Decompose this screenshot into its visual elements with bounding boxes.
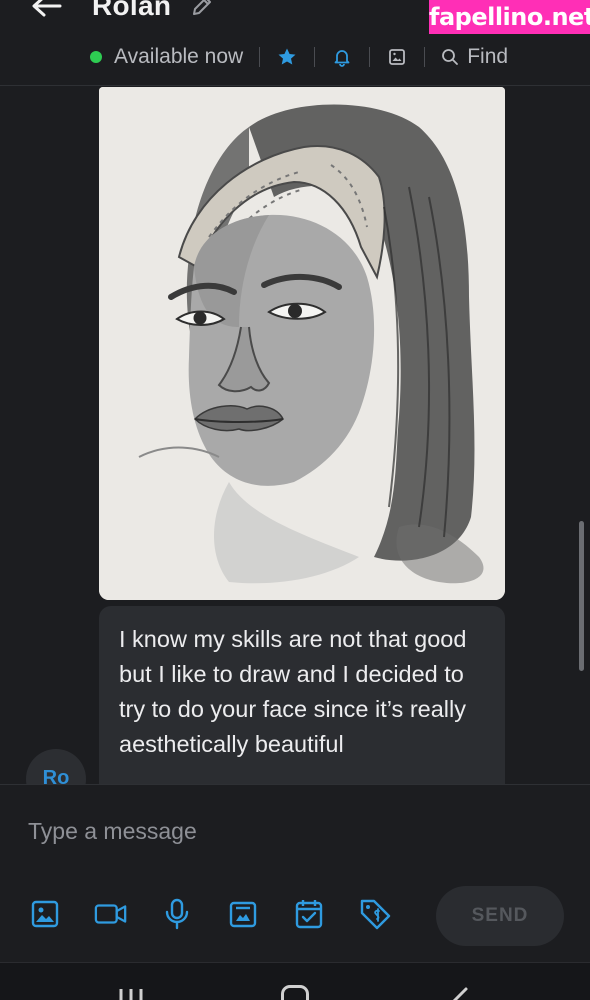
star-icon[interactable] xyxy=(276,46,298,68)
video-icon[interactable] xyxy=(94,897,128,931)
pencil-icon[interactable] xyxy=(190,0,214,18)
system-navigation-bar xyxy=(0,962,590,1000)
find-label: Find xyxy=(467,45,509,68)
portrait-drawing xyxy=(99,87,505,600)
message-list[interactable]: I know my skills are not that good but I… xyxy=(0,87,590,784)
send-button[interactable]: SEND xyxy=(436,886,564,946)
recent-apps-icon[interactable] xyxy=(116,987,146,1000)
album-icon[interactable] xyxy=(226,897,260,931)
divider xyxy=(259,47,261,67)
bell-icon[interactable] xyxy=(331,46,353,68)
find-button[interactable]: Find xyxy=(441,45,508,69)
scrollbar[interactable] xyxy=(579,521,584,671)
online-status-dot xyxy=(90,51,102,63)
watermark: fapellino.net xyxy=(429,0,590,34)
availability-status: Available now xyxy=(114,45,244,68)
search-icon xyxy=(442,49,459,65)
image-icon[interactable] xyxy=(28,897,62,931)
status-bar: Available now Find xyxy=(90,42,508,72)
composer: SEND xyxy=(0,784,590,962)
message-bubble[interactable]: I know my skills are not that good but I… xyxy=(99,606,505,784)
divider xyxy=(424,47,426,67)
chat-header: Rolan fapellino.net Available now Find xyxy=(0,0,590,86)
shared-drawing-image[interactable] xyxy=(99,87,505,600)
back-arrow-icon[interactable] xyxy=(28,0,64,24)
back-icon[interactable] xyxy=(446,985,470,1000)
avatar[interactable]: Ro xyxy=(26,749,86,784)
calendar-check-icon[interactable] xyxy=(292,897,326,931)
microphone-icon[interactable] xyxy=(160,897,194,931)
composer-toolbar xyxy=(28,897,424,931)
gallery-icon[interactable] xyxy=(386,46,408,68)
home-icon[interactable] xyxy=(281,985,309,1000)
message-text: I know my skills are not that good but I… xyxy=(119,626,467,757)
divider xyxy=(369,47,371,67)
message-input[interactable] xyxy=(28,811,428,851)
contact-name[interactable]: Rolan xyxy=(92,0,171,22)
divider xyxy=(314,47,316,67)
price-tag-icon[interactable] xyxy=(358,897,392,931)
